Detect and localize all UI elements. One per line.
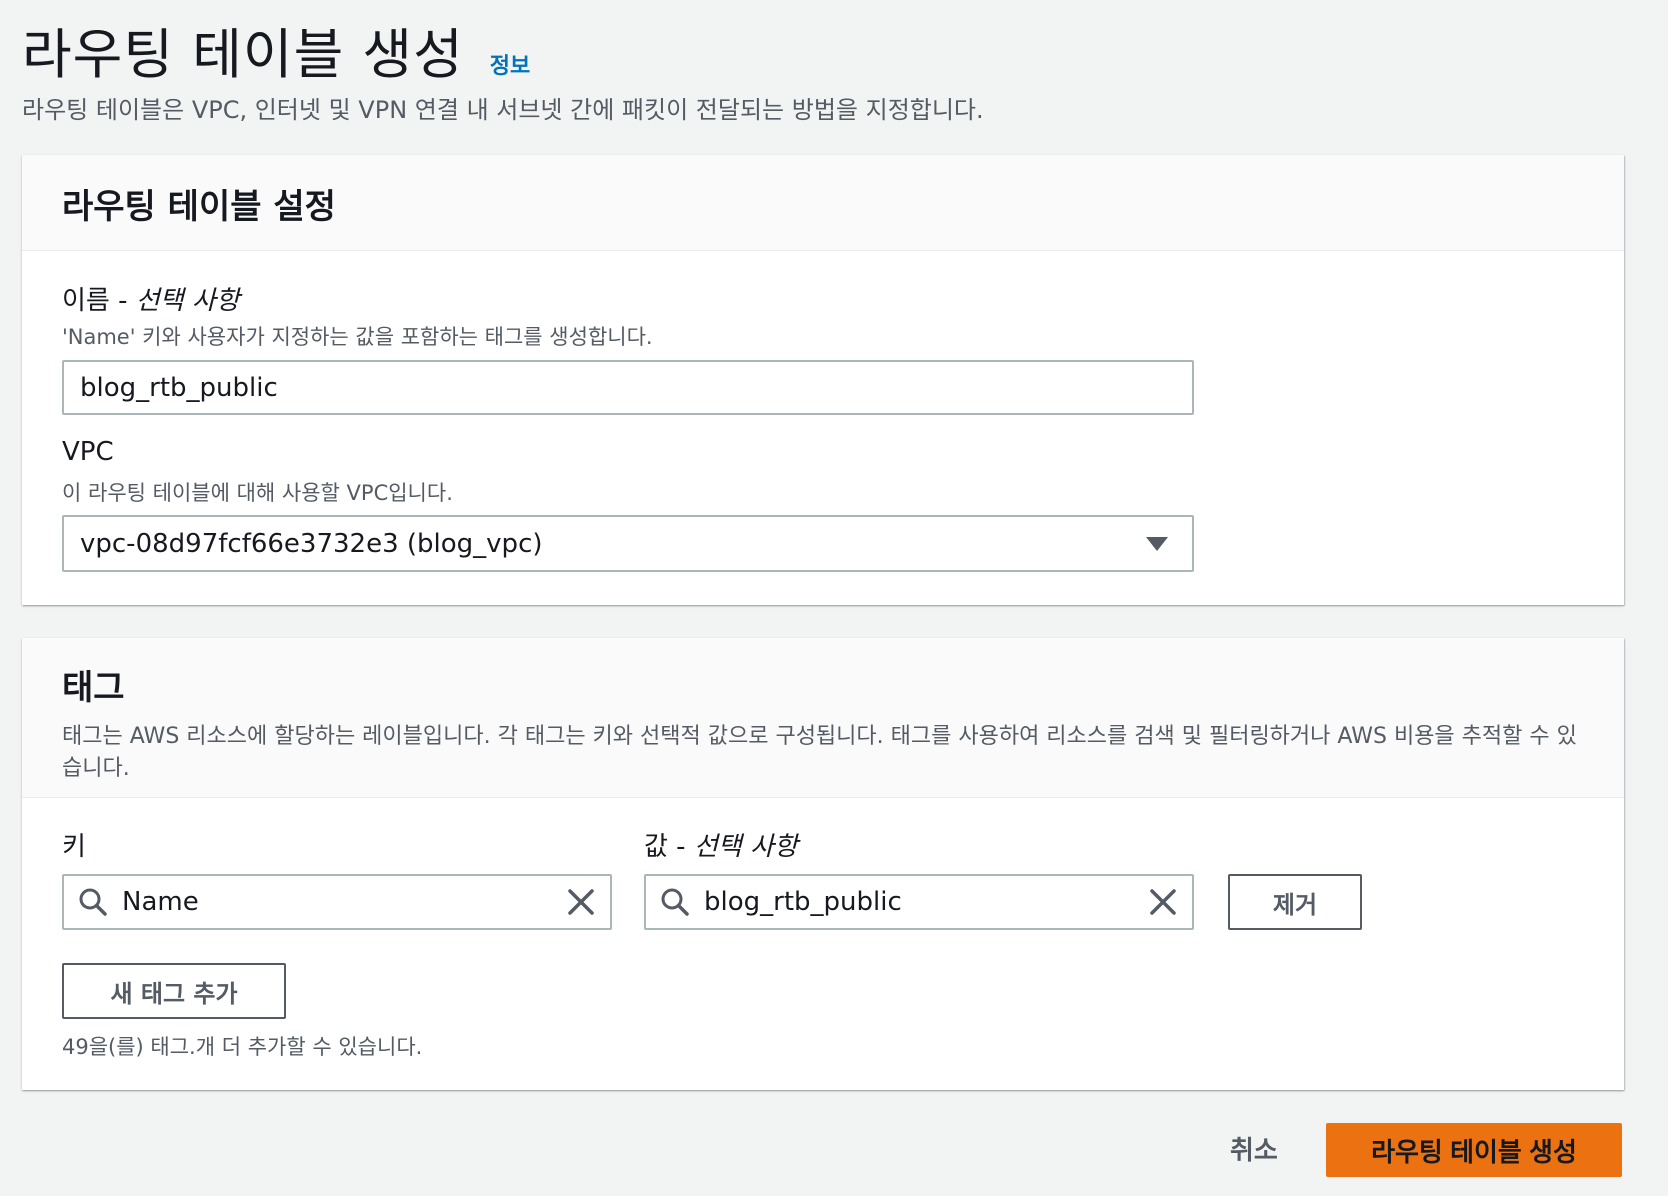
page-header: 라우팅 테이블 생성 정보 [22,10,530,89]
tag-value-value: blog_rtb_public [704,887,902,917]
remove-tag-button[interactable]: 제거 [1228,874,1362,930]
add-tag-button[interactable]: 새 태그 추가 [62,963,286,1019]
tag-key-value: Name [122,887,199,917]
close-icon[interactable] [566,887,596,917]
search-icon [78,887,108,917]
tag-limit-text: 49을(를) 태그.개 더 추가할 수 있습니다. [62,1035,423,1059]
name-field-description: 'Name' 키와 사용자가 지정하는 값을 포함하는 태그를 생성합니다. [62,325,653,349]
tag-value-label: 값 - 선택 사항 [644,826,798,863]
tag-value-label-optional: 선택 사항 [693,832,798,862]
panel-title-settings: 라우팅 테이블 설정 [62,187,336,227]
tags-description: 태그는 AWS 리소스에 할당하는 레이블입니다. 각 태그는 키와 선택적 값… [62,724,1577,781]
panel-header-tags: 태그 태그는 AWS 리소스에 할당하는 레이블입니다. 각 태그는 키와 선택… [22,638,1624,798]
create-route-table-button[interactable]: 라우팅 테이블 생성 [1326,1123,1622,1177]
page-description: 라우팅 테이블은 VPC, 인터넷 및 VPN 연결 내 서브넷 간에 패킷이 … [22,96,984,124]
caret-down-icon [1146,536,1168,551]
tag-key-input[interactable]: Name [62,874,612,930]
page-title: 라우팅 테이블 생성 [22,23,464,86]
tag-key-label: 키 [62,832,86,862]
panel-header: 라우팅 테이블 설정 [22,155,1624,251]
vpc-select-value: vpc-08d97fcf66e3732e3 (blog_vpc) [80,528,543,559]
route-table-settings-panel: 라우팅 테이블 설정 이름 - 선택 사항 'Name' 키와 사용자가 지정하… [22,155,1624,605]
panel-title-tags: 태그 [62,668,125,708]
vpc-field-description: 이 라우팅 테이블에 대해 사용할 VPC입니다. [62,481,453,505]
name-field-label: 이름 - 선택 사항 [62,280,240,317]
vpc-field-label: VPC [62,437,114,467]
name-input[interactable] [62,360,1194,415]
tag-value-label-text: 값 - [644,832,694,862]
search-icon [660,887,690,917]
close-icon[interactable] [1148,887,1178,917]
info-link[interactable]: 정보 [490,48,530,80]
name-label-text: 이름 - [62,286,136,316]
tags-panel: 태그 태그는 AWS 리소스에 할당하는 레이블입니다. 각 태그는 키와 선택… [22,638,1624,1090]
cancel-button[interactable]: 취소 [1230,1130,1278,1167]
vpc-select[interactable]: vpc-08d97fcf66e3732e3 (blog_vpc) [62,515,1194,572]
name-label-optional: 선택 사항 [135,286,240,316]
tag-value-input[interactable]: blog_rtb_public [644,874,1194,930]
